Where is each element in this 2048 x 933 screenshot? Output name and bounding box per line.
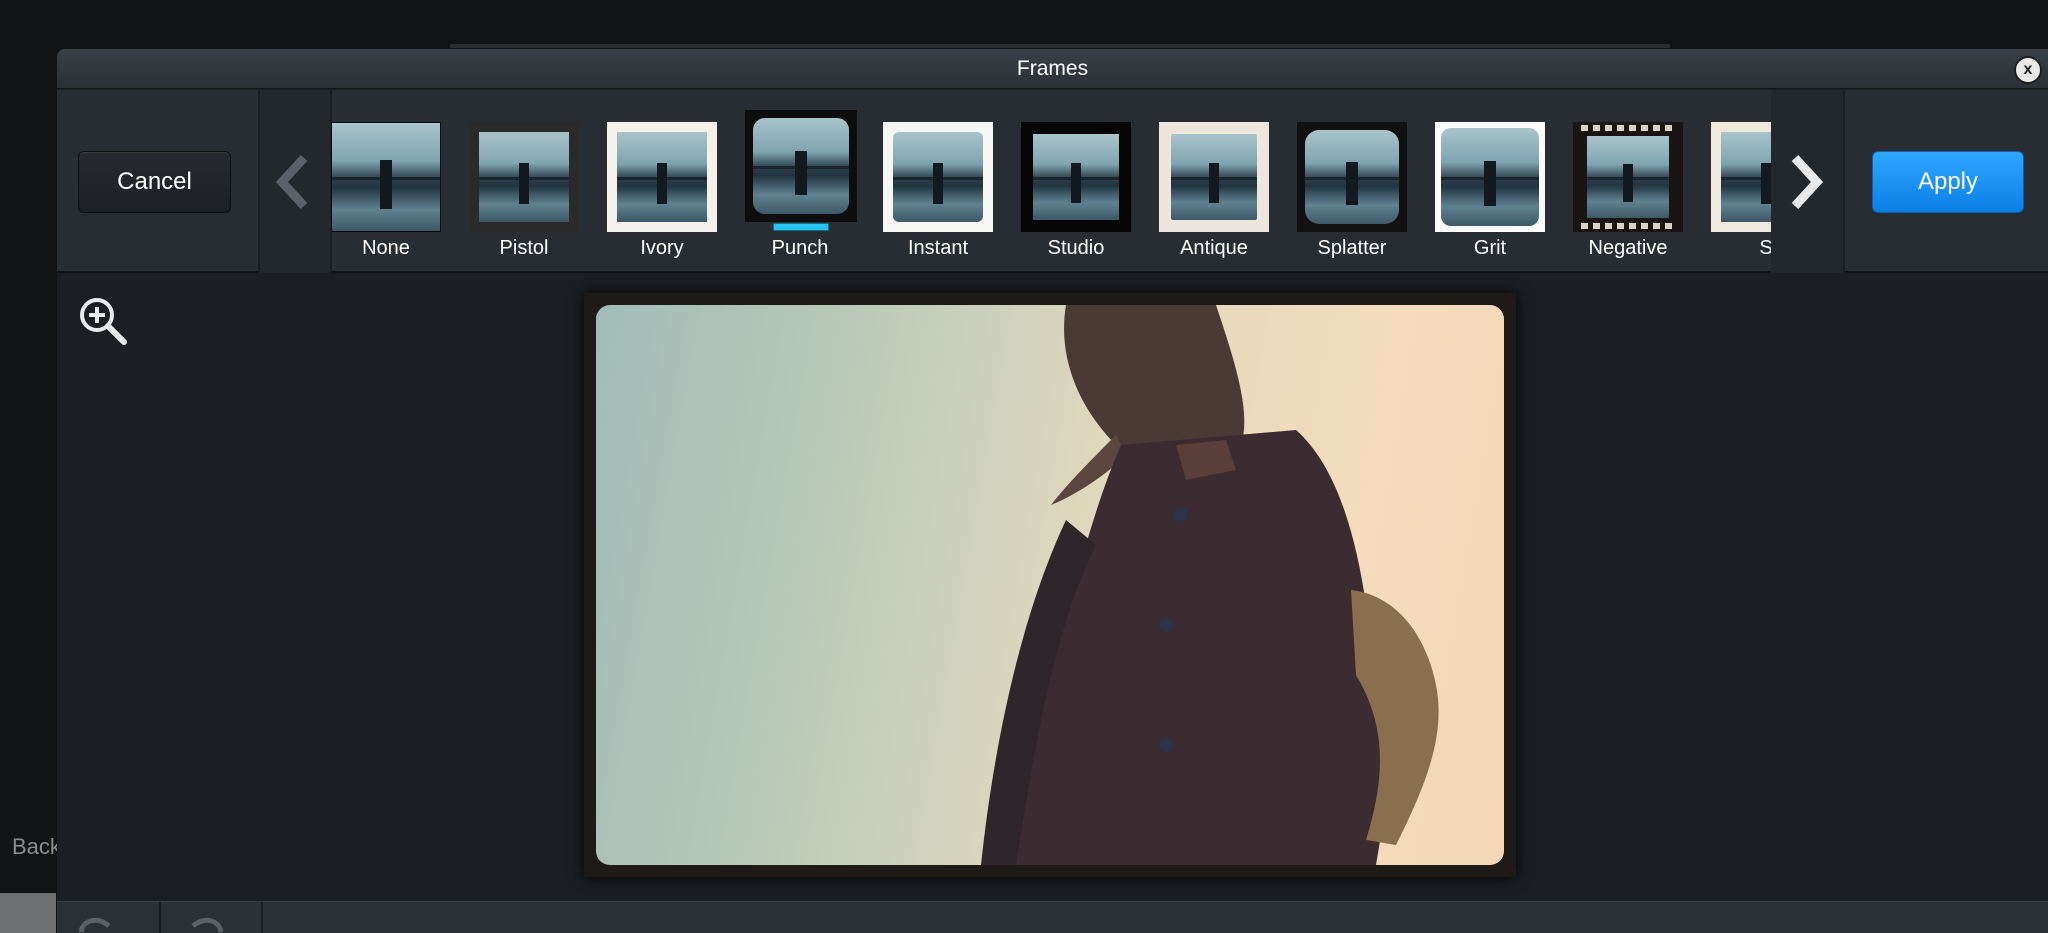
frame-thumbnail xyxy=(331,122,441,232)
frame-thumbnail xyxy=(745,110,857,222)
frame-label: Punch xyxy=(771,237,829,259)
history-divider xyxy=(159,902,161,933)
frame-label: Ivory xyxy=(640,237,684,259)
chevron-left-icon xyxy=(275,154,308,210)
history-bar xyxy=(57,901,2048,933)
preview-canvas xyxy=(57,275,2048,901)
frame-thumbnail xyxy=(1573,122,1683,232)
chevron-right-icon xyxy=(1791,154,1824,210)
frames-toolbar: Cancel None Pistol Ivory Punch Instant Studio… xyxy=(57,90,2048,273)
frame-option-punch[interactable]: Punch xyxy=(723,90,857,273)
frame-label: Negative xyxy=(1588,237,1668,259)
frame-label: Instant xyxy=(907,237,969,259)
frame-option-splatter[interactable]: Splatter xyxy=(1275,90,1407,273)
zoom-in-icon[interactable] xyxy=(77,295,129,347)
frame-label: Grit xyxy=(1473,237,1507,259)
undo-icon[interactable] xyxy=(75,912,115,933)
frame-thumbnail xyxy=(1297,122,1407,232)
redo-icon[interactable] xyxy=(187,912,227,933)
frame-option-grit[interactable]: Grit xyxy=(1413,90,1545,273)
frame-option-antique[interactable]: Antique xyxy=(1137,90,1269,273)
dialog-title: Frames xyxy=(1016,57,1089,80)
history-divider xyxy=(261,902,263,933)
frame-label: S xyxy=(1759,237,1771,259)
frame-thumbnail xyxy=(1159,122,1269,232)
frame-label: Studio xyxy=(1047,237,1105,259)
scroll-left-button[interactable] xyxy=(260,90,330,273)
frame-thumbnail xyxy=(1711,122,1771,232)
apply-button[interactable]: Apply xyxy=(1872,151,2024,213)
frame-label: Pistol xyxy=(499,237,549,259)
cancel-button[interactable]: Cancel xyxy=(78,151,231,213)
frame-option-pistol[interactable]: Pistol xyxy=(447,90,579,273)
frame-thumbnail xyxy=(1021,122,1131,232)
frames-dialog: Frames x Cancel None Pistol Ivory Punch Inst… xyxy=(57,49,2048,933)
background-back-link[interactable]: Back xyxy=(12,834,61,860)
frame-thumbnail xyxy=(469,122,579,232)
frame-thumbnail-strip: None Pistol Ivory Punch Instant Studio Antique… xyxy=(331,90,1771,273)
frame-option-studio[interactable]: Studio xyxy=(999,90,1131,273)
toolbar-divider xyxy=(1843,90,1845,273)
preview-photo xyxy=(596,305,1504,865)
frame-thumbnail xyxy=(883,122,993,232)
frame-thumbnail xyxy=(1435,122,1545,232)
punch-frame-preview xyxy=(584,293,1516,877)
frame-option-none[interactable]: None xyxy=(331,90,441,273)
frame-option-negative[interactable]: Negative xyxy=(1551,90,1683,273)
photo-subject xyxy=(981,305,1439,865)
frame-option-ivory[interactable]: Ivory xyxy=(585,90,717,273)
background-panel xyxy=(0,893,56,933)
frame-option-instant[interactable]: Instant xyxy=(861,90,993,273)
frame-label: None xyxy=(362,237,410,259)
frame-thumbnail xyxy=(607,122,717,232)
frame-label: Splatter xyxy=(1317,237,1387,259)
frame-option-s[interactable]: S xyxy=(1689,90,1771,273)
selected-indicator xyxy=(773,223,829,231)
frame-label: Antique xyxy=(1180,237,1248,259)
dialog-title-bar: Frames x xyxy=(57,49,2048,89)
scroll-right-button[interactable] xyxy=(1771,90,1843,273)
close-button[interactable]: x xyxy=(2014,56,2042,84)
background-divider xyxy=(450,44,1670,48)
